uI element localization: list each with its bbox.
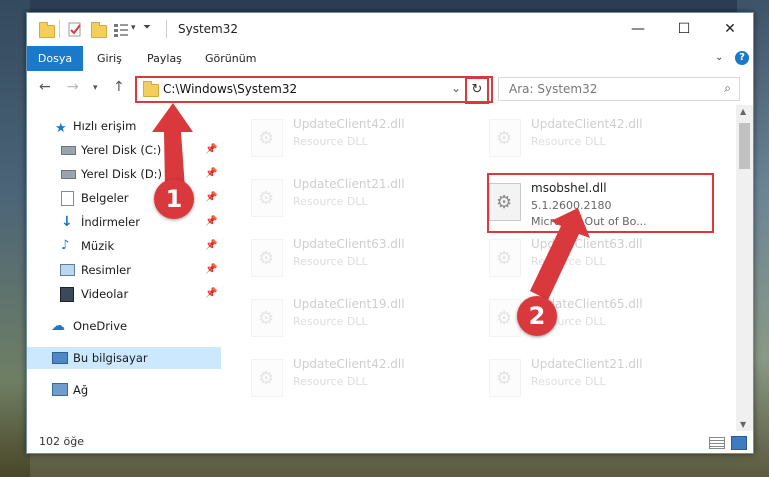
arrow-up-right-icon [530,208,590,300]
step-marker-1: 1 [154,179,194,219]
annotation-arrows [152,103,590,300]
arrow-up-icon [152,103,193,188]
step-marker-2: 2 [517,296,557,336]
